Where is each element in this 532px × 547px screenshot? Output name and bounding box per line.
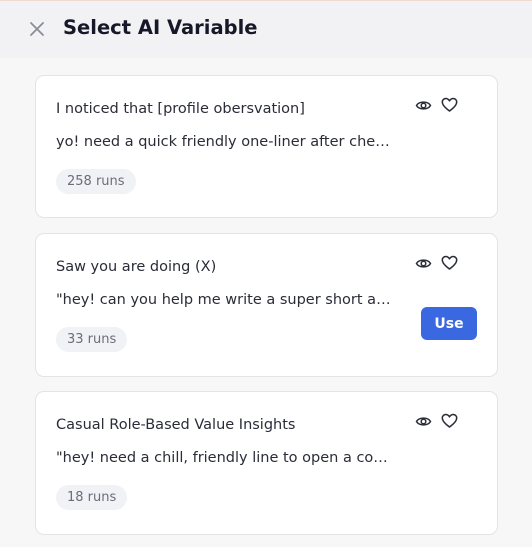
runs-badge: 33 runs (56, 327, 128, 352)
variable-card[interactable]: Casual Role-Based Value Insights "hey! n… (35, 391, 498, 535)
variable-title: I noticed that [profile obersvation] (56, 101, 305, 117)
use-button[interactable]: Use (421, 307, 477, 340)
heart-icon[interactable] (441, 255, 458, 271)
variable-description: "hey! need a chill, friendly line to ope… (56, 450, 396, 466)
variable-card[interactable]: I noticed that [profile obersvation] yo!… (35, 75, 498, 218)
eye-icon[interactable] (415, 414, 432, 429)
variable-title: Casual Role-Based Value Insights (56, 417, 296, 433)
variable-description: "hey! can you help me write a super shor… (56, 292, 396, 308)
variable-description: yo! need a quick friendly one-liner afte… (56, 134, 396, 150)
variable-title: Saw you are doing (X) (56, 259, 217, 275)
eye-icon[interactable] (415, 256, 432, 271)
eye-icon[interactable] (415, 98, 432, 113)
runs-badge: 18 runs (56, 485, 128, 510)
heart-icon[interactable] (441, 413, 458, 429)
page-title: Select AI Variable (63, 16, 258, 39)
heart-icon[interactable] (441, 97, 458, 113)
close-icon[interactable] (28, 20, 46, 38)
dialog-header: Select AI Variable (0, 1, 532, 58)
runs-badge: 258 runs (56, 169, 136, 194)
variable-card[interactable]: Saw you are doing (X) "hey! can you help… (35, 233, 498, 377)
